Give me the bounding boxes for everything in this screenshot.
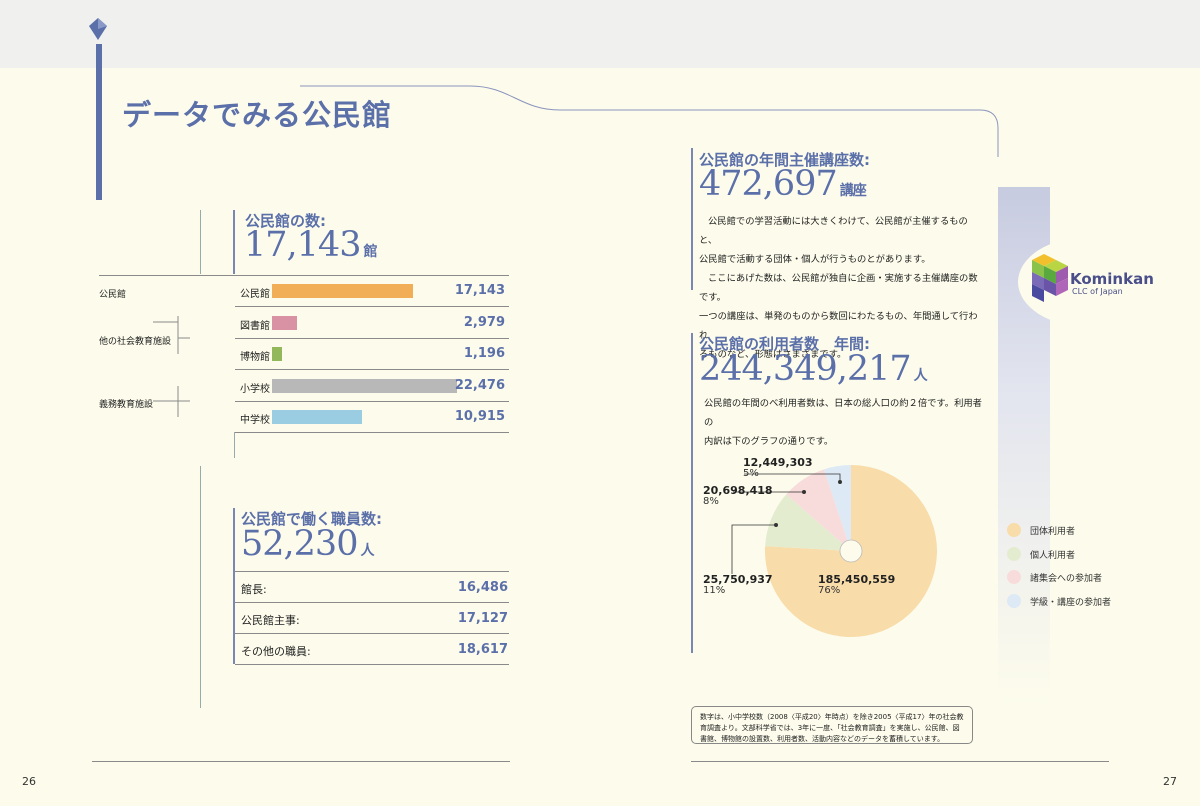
page-title: データでみる公民館 bbox=[122, 98, 393, 132]
divider bbox=[235, 602, 509, 603]
users-description: 公民館の年間のべ利用者数は、日本の総人口の約２倍です。利用者の 内訳は下のグラフ… bbox=[704, 394, 984, 451]
staff-row-value: 17,127 bbox=[457, 611, 508, 626]
courses-total: 472,697 講座 bbox=[699, 164, 867, 204]
logo-subtitle: CLC of Japan bbox=[1072, 287, 1123, 296]
divider bbox=[200, 210, 201, 274]
facility-label: 公民館 bbox=[240, 289, 270, 300]
staff-row-value: 18,617 bbox=[457, 642, 508, 657]
section-accent-line bbox=[233, 210, 235, 274]
divider bbox=[235, 664, 509, 665]
paragraph-line: 公民館での学習活動には大きくわけて、公民館が主催するものと、 bbox=[699, 216, 968, 246]
legend-swatch bbox=[1007, 593, 1021, 608]
facility-value: 1,196 bbox=[463, 346, 505, 361]
pie-percent-label: 5% bbox=[743, 468, 759, 479]
legend-label: 個人利用者 bbox=[1030, 550, 1076, 561]
divider bbox=[235, 338, 509, 339]
divider bbox=[235, 306, 509, 307]
title-accent-bar bbox=[96, 44, 102, 200]
section-accent-line bbox=[233, 508, 235, 664]
divider bbox=[235, 401, 509, 402]
divider bbox=[235, 369, 509, 370]
pie-percent-label: 76% bbox=[818, 585, 841, 596]
facility-bar bbox=[272, 347, 282, 361]
staff-row-label: 公民館主事: bbox=[241, 614, 300, 627]
legend-label: 学級・講座の参加者 bbox=[1030, 597, 1112, 608]
pie-center-hole bbox=[839, 539, 863, 563]
top-band bbox=[0, 0, 1200, 68]
group-label: 公民館 bbox=[99, 290, 127, 300]
legend-swatch bbox=[1007, 570, 1021, 584]
divider bbox=[235, 571, 509, 572]
legend-label: 諸集会への参加者 bbox=[1030, 574, 1103, 584]
pie-leader-dot bbox=[774, 523, 778, 527]
pie-leader-dot bbox=[802, 490, 806, 494]
facility-label: 博物館 bbox=[240, 352, 270, 363]
paragraph-line: 内訳は下のグラフの通りです。 bbox=[704, 436, 834, 447]
page-number-left: 26 bbox=[22, 775, 36, 788]
paragraph-line: 公民館で活動する団体・個人が行うものとがあります。 bbox=[699, 254, 931, 265]
paragraph-line: ここにあげた数は、公民館が独自に企画・実施する主催講座の数です。 bbox=[699, 273, 978, 303]
facility-label: 中学校 bbox=[240, 415, 270, 426]
footer-line bbox=[691, 761, 1109, 762]
page-number-right: 27 bbox=[1163, 775, 1177, 788]
group-brackets bbox=[153, 316, 190, 417]
section-accent-line bbox=[691, 148, 693, 290]
user-breakdown-pie-chart bbox=[731, 465, 937, 637]
facility-value: 2,979 bbox=[463, 314, 505, 330]
facility-bar bbox=[272, 410, 362, 424]
diamond-icon bbox=[89, 18, 107, 40]
group-label: 他の社会教育施設 bbox=[99, 337, 172, 347]
pie-percent-label: 8% bbox=[703, 496, 719, 507]
users-total: 244,349,217 人 bbox=[699, 349, 928, 389]
facility-value: 22,476 bbox=[454, 377, 505, 393]
divider bbox=[200, 466, 201, 708]
pie-leader-dot bbox=[838, 480, 842, 484]
paragraph-line: 公民館の年間のべ利用者数は、日本の総人口の約２倍です。利用者の bbox=[704, 398, 982, 428]
kominkan-logo-icon bbox=[1032, 254, 1068, 302]
facility-bar bbox=[272, 284, 413, 298]
legend-swatch bbox=[1007, 523, 1021, 537]
facility-label: 図書館 bbox=[240, 320, 270, 332]
source-note: 数字は、小中学校数（2008〈平成20〉年時点）を除き2005〈平成17〉年の社… bbox=[691, 706, 973, 744]
staff-row-label: その他の職員: bbox=[241, 645, 311, 658]
staff-row-value: 16,486 bbox=[457, 580, 508, 595]
centers-total: 17,143 館 bbox=[244, 225, 377, 265]
pie-percent-label: 11% bbox=[703, 585, 726, 596]
header-connector-line bbox=[300, 85, 999, 157]
staff-row-label: 館長: bbox=[241, 583, 267, 596]
staff-total: 52,230 人 bbox=[241, 524, 374, 564]
divider bbox=[235, 633, 509, 634]
facility-label: 小学校 bbox=[240, 383, 270, 395]
footer-line bbox=[92, 761, 510, 762]
divider bbox=[235, 432, 509, 433]
facility-value: 10,915 bbox=[454, 409, 505, 424]
group-label: 義務教育施設 bbox=[99, 400, 154, 410]
facility-value: 17,143 bbox=[454, 283, 505, 298]
section-accent-line bbox=[691, 333, 693, 653]
logo-name: Kominkan bbox=[1070, 270, 1154, 288]
legend-label: 団体利用者 bbox=[1030, 527, 1076, 537]
legend-swatch bbox=[1007, 546, 1021, 561]
facility-bar bbox=[272, 315, 297, 330]
